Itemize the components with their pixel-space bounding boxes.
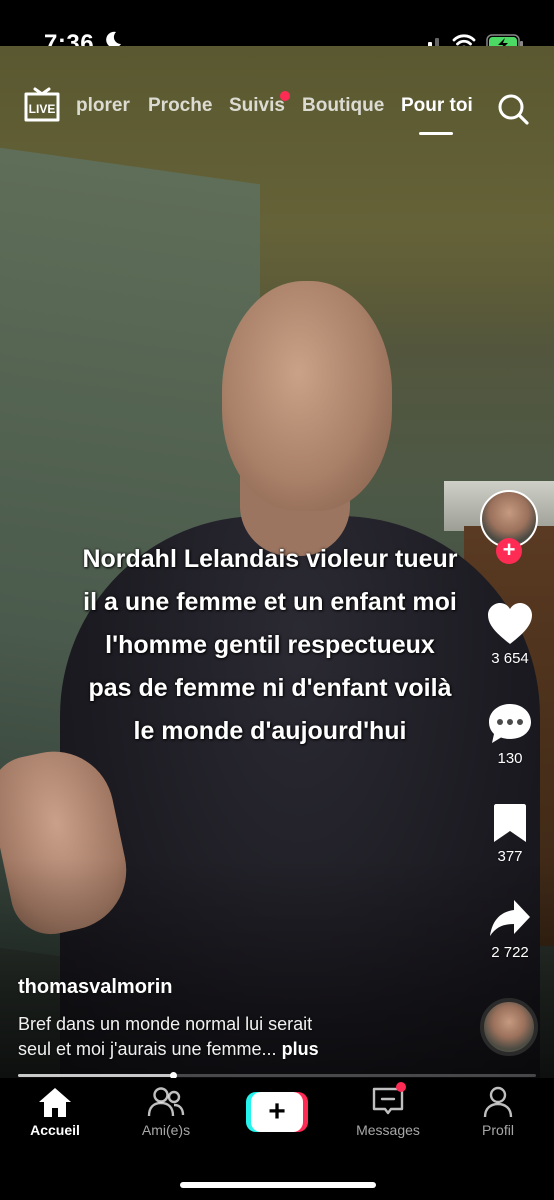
bookmark-icon	[494, 804, 526, 842]
tab-profile-label: Profil	[482, 1122, 514, 1138]
share-button[interactable]: 2 722	[474, 898, 546, 961]
more-link[interactable]: plus	[282, 1039, 319, 1059]
comment-count: 130	[497, 750, 523, 767]
post-username[interactable]: thomasvalmorin	[18, 976, 172, 999]
save-button[interactable]: 377	[474, 802, 546, 865]
messages-notification-dot	[396, 1082, 406, 1092]
active-tab-indicator	[419, 132, 453, 135]
plus-icon: +	[502, 537, 516, 562]
home-indicator[interactable]	[180, 1182, 376, 1188]
like-button[interactable]: 3 654	[474, 602, 546, 667]
tab-suivis[interactable]: Suivis	[229, 95, 285, 117]
follow-button[interactable]: +	[496, 538, 522, 564]
tab-profile[interactable]: Profil	[448, 1086, 548, 1138]
like-count: 3 654	[491, 650, 529, 667]
tab-proche[interactable]: Proche	[148, 95, 212, 117]
tab-home[interactable]: Accueil	[5, 1086, 105, 1138]
live-icon[interactable]: LIVE	[22, 86, 62, 126]
tab-explorer[interactable]: plorer	[76, 95, 130, 117]
tab-messages[interactable]: Messages	[338, 1082, 438, 1138]
comment-button[interactable]: 130	[474, 702, 546, 767]
music-disc[interactable]	[480, 998, 538, 1056]
save-count: 377	[497, 848, 523, 865]
comment-icon	[489, 704, 531, 743]
heart-icon	[488, 603, 532, 644]
video-progress-bar[interactable]	[18, 1072, 536, 1079]
tab-messages-label: Messages	[356, 1122, 420, 1138]
top-navigation: LIVE plorer Proche Suivis Boutique Pour …	[0, 86, 554, 146]
search-icon[interactable]	[496, 92, 530, 126]
description-line-2: seul et moi j'aurais une femme...	[18, 1039, 277, 1059]
caption-line: l'homme gentil respectueux	[105, 631, 435, 659]
status-bar: 7:36	[0, 0, 554, 57]
profile-icon	[483, 1086, 513, 1118]
tab-friends-label: Ami(e)s	[141, 1122, 191, 1138]
suivis-notification-dot	[280, 91, 290, 101]
video-caption: Nordahl Lelandais violeur tueur il a une…	[30, 538, 510, 753]
tab-home-label: Accueil	[30, 1122, 80, 1138]
live-label: LIVE	[29, 102, 56, 116]
share-arrow-icon	[490, 900, 530, 936]
video-progress-fill	[18, 1074, 174, 1077]
home-icon	[39, 1088, 71, 1117]
video-person-head	[222, 281, 392, 511]
description-line-1: Bref dans un monde normal lui serait	[18, 1014, 313, 1034]
caption-line: le monde d'aujourd'hui	[133, 717, 407, 745]
create-button[interactable]: +	[246, 1092, 308, 1132]
tab-boutique[interactable]: Boutique	[302, 95, 384, 117]
friends-icon	[147, 1087, 185, 1117]
caption-line: Nordahl Lelandais violeur tueur	[82, 545, 458, 573]
caption-line: il a une femme et un enfant moi	[83, 588, 457, 616]
share-count: 2 722	[491, 944, 529, 961]
post-description[interactable]: Bref dans un monde normal lui serait seu…	[18, 1012, 438, 1062]
tab-friends[interactable]: Ami(e)s	[116, 1086, 216, 1138]
tab-pour-toi[interactable]: Pour toi	[401, 95, 473, 117]
create-plus-icon: +	[251, 1092, 303, 1132]
caption-line: pas de femme ni d'enfant voilà	[88, 674, 452, 702]
